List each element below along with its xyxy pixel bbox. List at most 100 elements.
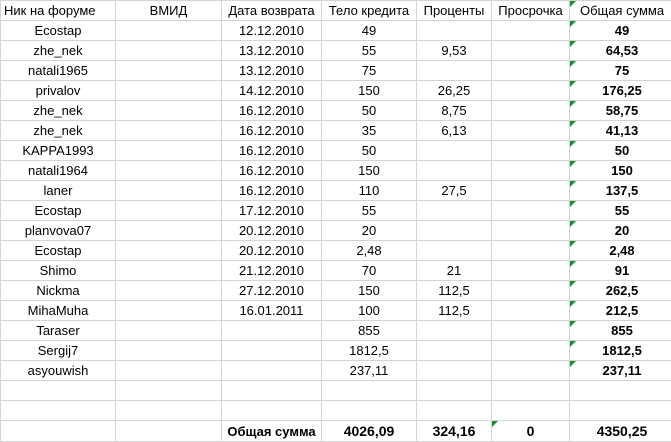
wmid-cell[interactable] (115, 320, 222, 341)
nick-cell[interactable]: zhe_nek (0, 100, 116, 121)
date-cell[interactable] (221, 320, 322, 341)
total-cell[interactable]: 262,5 (569, 280, 671, 301)
overdue-cell[interactable] (491, 60, 570, 81)
body-cell[interactable]: 855 (321, 320, 417, 341)
nick-cell[interactable]: MihaMuha (0, 300, 116, 321)
overdue-cell[interactable] (491, 360, 570, 381)
wmid-cell[interactable] (115, 40, 222, 61)
overdue-cell[interactable] (491, 240, 570, 261)
total-cell[interactable]: 58,75 (569, 100, 671, 121)
totals-body[interactable]: 4026,09 (321, 420, 417, 442)
overdue-cell[interactable] (491, 20, 570, 41)
body-cell[interactable]: 50 (321, 100, 417, 121)
interest-cell[interactable] (416, 400, 492, 421)
wmid-cell[interactable] (115, 80, 222, 101)
body-cell[interactable]: 55 (321, 40, 417, 61)
date-cell[interactable]: 13.12.2010 (221, 60, 322, 81)
totals-overdue[interactable]: 0 (491, 420, 570, 442)
wmid-cell[interactable] (115, 180, 222, 201)
wmid-cell[interactable] (115, 60, 222, 81)
totals-total[interactable]: 4350,25 (569, 420, 671, 442)
body-cell[interactable]: 1812,5 (321, 340, 417, 361)
nick-cell[interactable]: zhe_nek (0, 40, 116, 61)
overdue-cell[interactable] (491, 160, 570, 181)
overdue-cell[interactable] (491, 80, 570, 101)
nick-cell[interactable]: natali1965 (0, 60, 116, 81)
nick-cell[interactable]: KAPPA1993 (0, 140, 116, 161)
wmid-cell[interactable] (115, 20, 222, 41)
body-cell[interactable]: 150 (321, 80, 417, 101)
interest-cell[interactable] (416, 340, 492, 361)
date-cell[interactable]: 16.12.2010 (221, 140, 322, 161)
body-cell[interactable]: 20 (321, 220, 417, 241)
totals-label[interactable]: Общая сумма (221, 420, 322, 442)
wmid-cell[interactable] (115, 260, 222, 281)
header-overdue[interactable]: Просрочка (491, 0, 570, 21)
date-cell[interactable]: 16.12.2010 (221, 120, 322, 141)
total-cell[interactable]: 49 (569, 20, 671, 41)
interest-cell[interactable] (416, 200, 492, 221)
overdue-cell[interactable] (491, 280, 570, 301)
header-body[interactable]: Тело кредита (321, 0, 417, 21)
nick-cell[interactable]: asyouwish (0, 360, 116, 381)
body-cell[interactable]: 35 (321, 120, 417, 141)
interest-cell[interactable] (416, 140, 492, 161)
nick-cell[interactable]: Ecostap (0, 200, 116, 221)
date-cell[interactable] (221, 380, 322, 401)
body-cell[interactable]: 50 (321, 140, 417, 161)
nick-cell[interactable]: Ecostap (0, 240, 116, 261)
wmid-cell[interactable] (115, 200, 222, 221)
body-cell[interactable]: 150 (321, 280, 417, 301)
total-cell[interactable]: 41,13 (569, 120, 671, 141)
total-cell[interactable]: 75 (569, 60, 671, 81)
nick-cell[interactable]: laner (0, 180, 116, 201)
date-cell[interactable]: 16.12.2010 (221, 100, 322, 121)
header-date[interactable]: Дата возврата (221, 0, 322, 21)
total-cell[interactable]: 91 (569, 260, 671, 281)
total-cell[interactable] (569, 380, 671, 401)
date-cell[interactable]: 27.12.2010 (221, 280, 322, 301)
body-cell[interactable]: 55 (321, 200, 417, 221)
body-cell[interactable]: 2,48 (321, 240, 417, 261)
interest-cell[interactable]: 112,5 (416, 300, 492, 321)
header-total[interactable]: Общая сумма (569, 0, 671, 21)
overdue-cell[interactable] (491, 340, 570, 361)
body-cell[interactable]: 150 (321, 160, 417, 181)
total-cell[interactable]: 1812,5 (569, 340, 671, 361)
wmid-cell[interactable] (115, 340, 222, 361)
wmid-cell[interactable] (115, 400, 222, 421)
overdue-cell[interactable] (491, 100, 570, 121)
overdue-cell[interactable] (491, 380, 570, 401)
total-cell[interactable]: 20 (569, 220, 671, 241)
wmid-cell[interactable] (115, 140, 222, 161)
header-wmid[interactable]: ВМИД (115, 0, 222, 21)
overdue-cell[interactable] (491, 140, 570, 161)
interest-cell[interactable] (416, 220, 492, 241)
interest-cell[interactable]: 27,5 (416, 180, 492, 201)
total-cell[interactable]: 237,11 (569, 360, 671, 381)
nick-cell[interactable]: Shimo (0, 260, 116, 281)
body-cell[interactable]: 75 (321, 60, 417, 81)
interest-cell[interactable]: 6,13 (416, 120, 492, 141)
date-cell[interactable]: 16.12.2010 (221, 180, 322, 201)
interest-cell[interactable]: 26,25 (416, 80, 492, 101)
nick-cell[interactable] (0, 380, 116, 401)
interest-cell[interactable] (416, 320, 492, 341)
body-cell[interactable]: 100 (321, 300, 417, 321)
overdue-cell[interactable] (491, 220, 570, 241)
interest-cell[interactable]: 9,53 (416, 40, 492, 61)
body-cell[interactable] (321, 400, 417, 421)
interest-cell[interactable]: 8,75 (416, 100, 492, 121)
total-cell[interactable]: 176,25 (569, 80, 671, 101)
overdue-cell[interactable] (491, 200, 570, 221)
totals-interest[interactable]: 324,16 (416, 420, 492, 442)
interest-cell[interactable] (416, 20, 492, 41)
date-cell[interactable]: 21.12.2010 (221, 260, 322, 281)
nick-cell[interactable]: zhe_nek (0, 120, 116, 141)
interest-cell[interactable]: 112,5 (416, 280, 492, 301)
date-cell[interactable] (221, 340, 322, 361)
nick-cell[interactable]: Sergij7 (0, 340, 116, 361)
nick-cell[interactable]: Nickma (0, 280, 116, 301)
wmid-cell[interactable] (115, 380, 222, 401)
body-cell[interactable]: 49 (321, 20, 417, 41)
